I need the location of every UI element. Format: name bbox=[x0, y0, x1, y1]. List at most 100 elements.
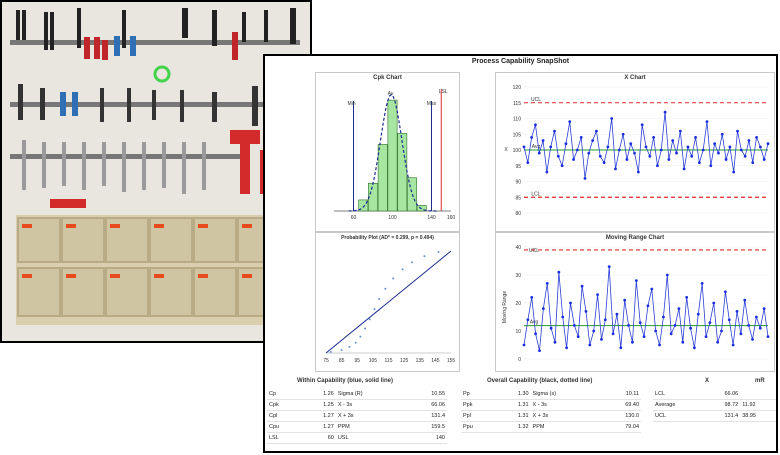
mr-point bbox=[669, 332, 673, 336]
x-y-tick: 100 bbox=[513, 148, 522, 154]
mr-point bbox=[615, 312, 619, 316]
mr-point bbox=[638, 321, 642, 324]
x-point bbox=[739, 148, 743, 152]
x-point bbox=[717, 151, 720, 155]
x-point bbox=[560, 164, 564, 168]
within-cell: Cpu bbox=[267, 421, 301, 433]
mr-point bbox=[561, 315, 565, 319]
spec-label-max: Max bbox=[427, 101, 437, 107]
overall-cell: 1.31 bbox=[494, 399, 531, 411]
limits-cell: Average bbox=[653, 399, 704, 411]
overall-cell: 69.40 bbox=[597, 399, 641, 411]
x-point bbox=[766, 142, 770, 146]
x-point bbox=[709, 164, 713, 168]
x-point bbox=[610, 117, 614, 120]
x-point bbox=[701, 148, 705, 152]
limits-cell: 131.4 bbox=[703, 410, 741, 422]
control-limits-table: LCL 66.06 Average 98.72 11.92 UCL 131.4 38.95 bbox=[653, 389, 776, 422]
x-point bbox=[614, 167, 617, 171]
spec-label-min: Min bbox=[348, 101, 356, 107]
overall-cell: PPM bbox=[530, 421, 598, 433]
prob-x-tick: 135 bbox=[416, 358, 425, 364]
mr-point bbox=[580, 284, 584, 288]
x-point bbox=[644, 145, 648, 149]
mr-point bbox=[662, 315, 665, 319]
mr-point bbox=[747, 324, 751, 327]
spec-label-avg: Av bbox=[388, 91, 394, 97]
mr-point bbox=[700, 282, 704, 285]
mr-point bbox=[758, 326, 762, 330]
overall-cell: Ppk bbox=[461, 399, 495, 411]
overall-cell: X + 3s bbox=[530, 410, 598, 422]
overall-cell: 130.0 bbox=[597, 410, 641, 422]
x-point bbox=[762, 158, 766, 161]
mr-point bbox=[611, 332, 615, 336]
x-point bbox=[663, 110, 667, 114]
x-point bbox=[541, 139, 545, 142]
x-point bbox=[686, 145, 690, 149]
x-point bbox=[530, 136, 534, 139]
x-y-tick: 90 bbox=[515, 180, 521, 186]
overall-cell: X - 3s bbox=[530, 399, 598, 411]
x-point bbox=[564, 142, 568, 146]
prob-point bbox=[392, 277, 395, 280]
mr-point bbox=[731, 343, 735, 347]
x-point bbox=[545, 170, 549, 174]
x-point bbox=[587, 151, 591, 155]
mr-point bbox=[654, 329, 658, 333]
x-chart-panel: X Chart 120 115 110 105 100 95 90 85 80 UCL Avg LCL… bbox=[495, 72, 775, 232]
x-point bbox=[667, 158, 671, 161]
mr-point bbox=[743, 298, 747, 302]
x-point bbox=[690, 154, 694, 158]
capability-snapshot-sheet: Process Capability SnapShot Cpk Chart Mi… bbox=[263, 54, 778, 453]
prob-point bbox=[384, 287, 387, 290]
mr-point bbox=[685, 296, 689, 299]
x-point bbox=[656, 164, 659, 168]
x-series-line bbox=[523, 112, 769, 179]
within-cell: Cpk bbox=[267, 399, 301, 411]
limits-col-mr: mR bbox=[755, 378, 765, 384]
mr-y-tick: 0 bbox=[518, 357, 521, 363]
prob-point bbox=[437, 251, 440, 254]
mr-point bbox=[572, 324, 576, 327]
x-point bbox=[736, 129, 739, 133]
x-point bbox=[755, 136, 758, 139]
mr-point bbox=[565, 346, 569, 350]
x-point bbox=[598, 154, 602, 158]
prob-fit-line bbox=[325, 250, 452, 354]
within-cell: 66.06 bbox=[404, 399, 447, 411]
within-cell: Cp bbox=[267, 389, 301, 400]
x-y-tick: 105 bbox=[513, 132, 522, 138]
x-point bbox=[568, 120, 572, 124]
limits-row: Average 98.72 11.92 bbox=[653, 399, 776, 411]
prob-x-tick: 155 bbox=[447, 358, 456, 364]
x-avg-label: Avg bbox=[532, 144, 541, 150]
x-chart: 120 115 110 105 100 95 90 85 80 UCL Avg LCL X bbox=[504, 85, 770, 217]
prob-x-tick: 105 bbox=[369, 358, 378, 364]
x-point bbox=[556, 154, 560, 158]
x-point bbox=[694, 136, 697, 139]
x-point bbox=[671, 139, 675, 142]
x-point bbox=[591, 139, 595, 142]
x-point bbox=[720, 132, 724, 136]
spec-label-lsl: LSL bbox=[439, 89, 448, 95]
cpk-x-tick: 60 bbox=[351, 215, 357, 221]
x-point bbox=[640, 123, 644, 127]
limits-row: LCL 66.06 bbox=[653, 389, 776, 400]
prob-point bbox=[364, 327, 367, 330]
limits-cell: 11.92 bbox=[740, 399, 776, 411]
overall-row: Ppl 1.31 X + 3s 130.0 bbox=[461, 410, 641, 422]
x-point bbox=[617, 148, 621, 152]
x-point bbox=[526, 161, 530, 164]
limits-col-x: X bbox=[705, 378, 710, 384]
x-point bbox=[537, 151, 541, 155]
x-point bbox=[625, 158, 629, 161]
mr-y-tick: 30 bbox=[515, 273, 521, 279]
mr-point bbox=[576, 335, 580, 338]
mr-point bbox=[526, 318, 530, 322]
within-row: Cpk 1.25 X - 3s 66.06 bbox=[267, 399, 447, 411]
cpk-chart-panel: Cpk Chart Min Av Max LSL 60 100 140 160 bbox=[315, 72, 460, 232]
x-y-tick: 115 bbox=[513, 101, 521, 107]
overall-cell: Ppu bbox=[461, 421, 495, 433]
within-row: LSL 60 USL 140 bbox=[267, 432, 447, 444]
